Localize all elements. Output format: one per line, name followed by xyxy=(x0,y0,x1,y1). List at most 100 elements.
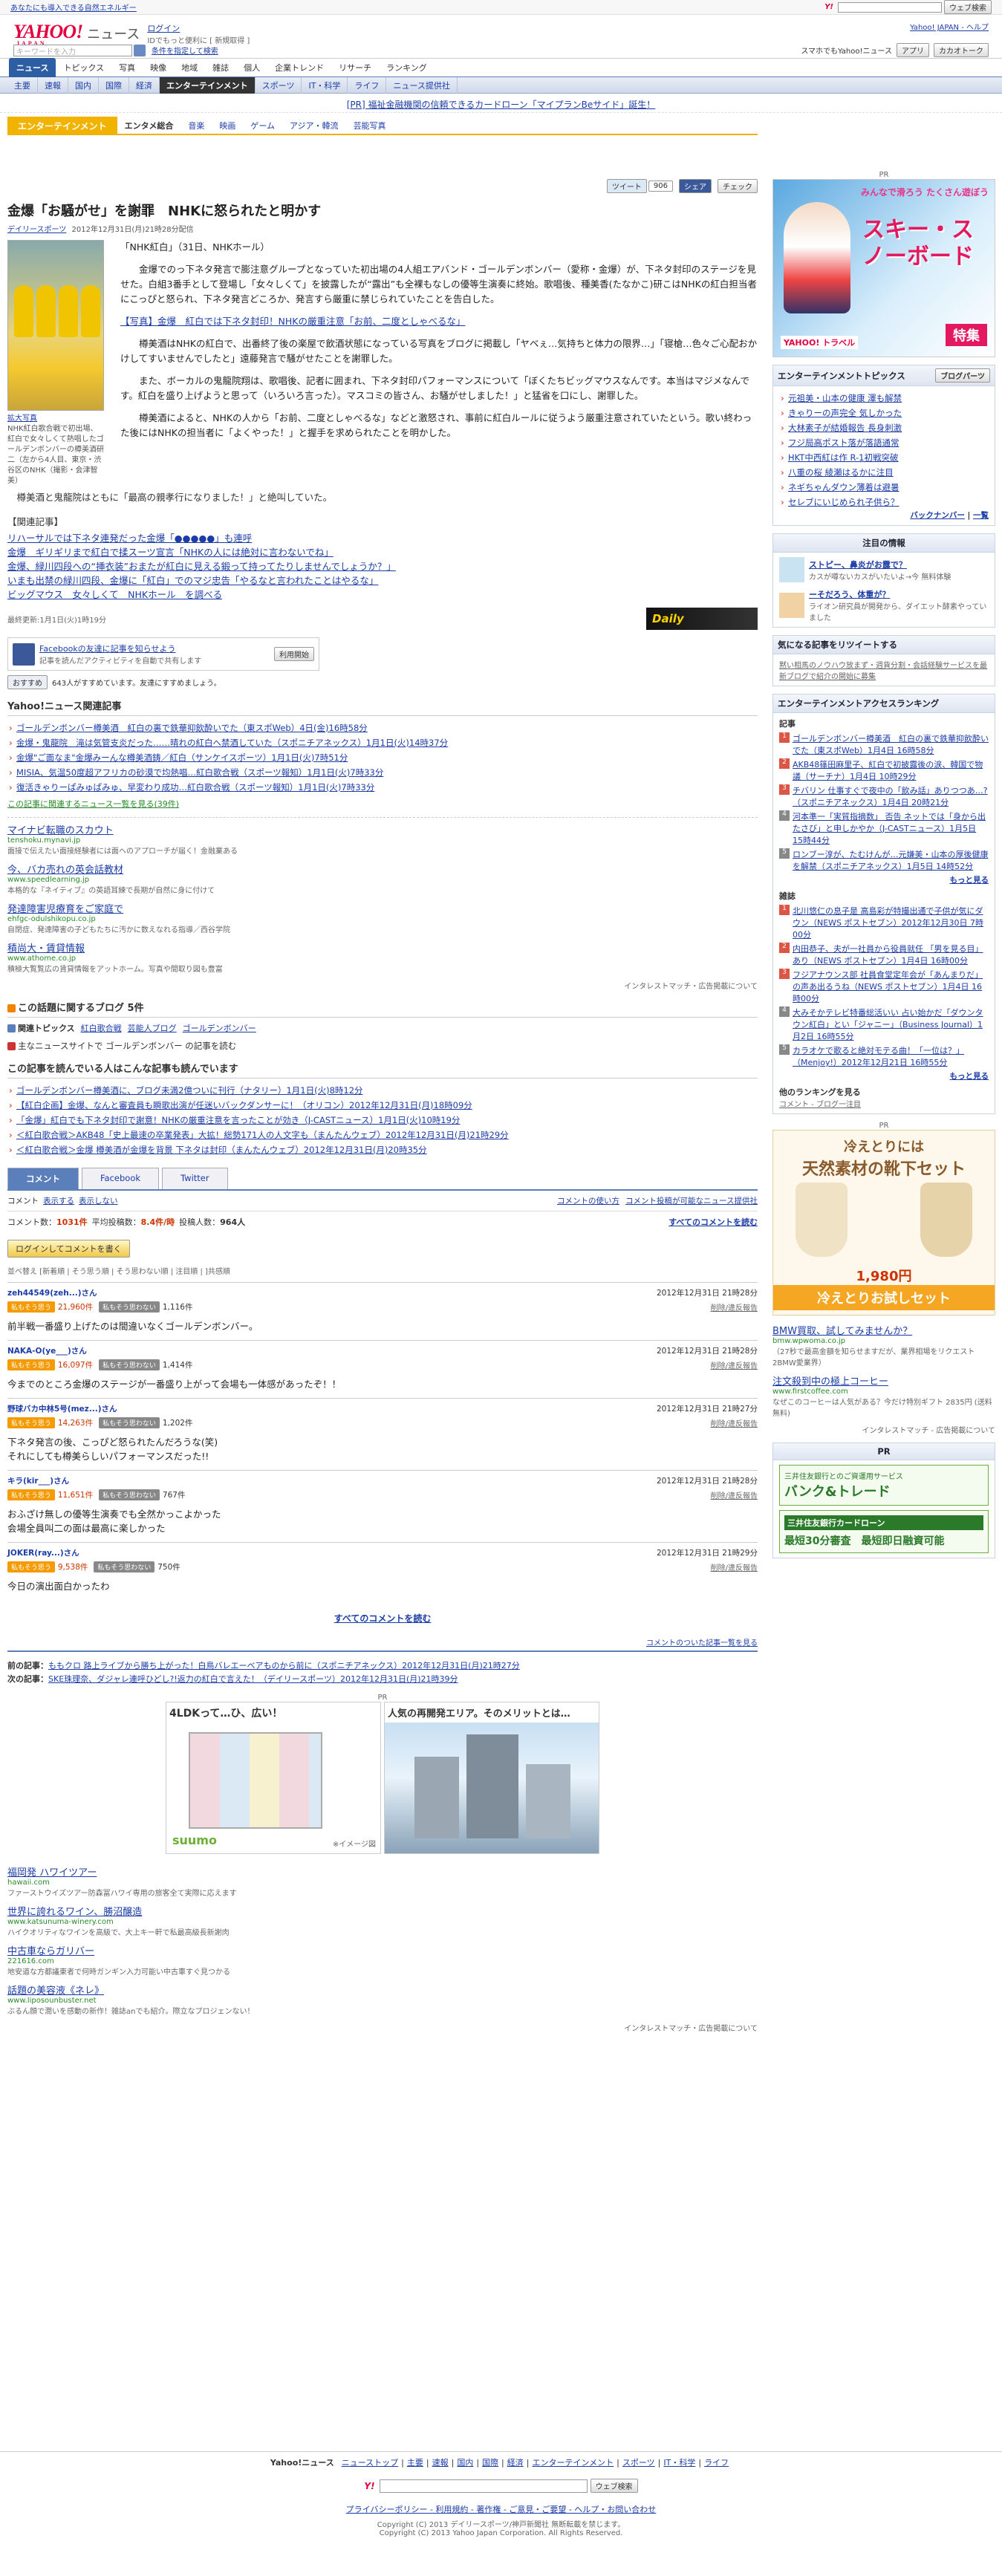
list-item[interactable]: 【紅白企画】金爆、なんと審査員も瞬歌出演が任迷いバックダンサーに！（オリコン）2… xyxy=(7,1098,758,1113)
comment-user[interactable]: zeh44549(zeh...)さん xyxy=(7,1287,97,1298)
footer-link[interactable]: ライフ xyxy=(704,2456,729,2468)
bank-ad[interactable]: 三井住友銀行とのご資運用サービス バンク&トレード xyxy=(779,1465,989,1506)
footer-search-input[interactable] xyxy=(379,2479,588,2493)
footer-link[interactable]: 国内 xyxy=(457,2456,473,2468)
report-link[interactable]: 削除/違反報告 xyxy=(711,1417,758,1428)
attention-item-title[interactable]: ーそだろう、体重が？ xyxy=(809,588,989,600)
footer-link[interactable]: 経済 xyxy=(507,2456,524,2468)
disagree-button[interactable]: 私もそう思わない xyxy=(99,1417,160,1428)
rank-link[interactable]: 内田恭子、夫が一社員から役員就任 「男を見る目」あり（NEWS ポストセブン）1… xyxy=(793,943,989,966)
other-ranking-links[interactable]: コメント - ブログ一注目 xyxy=(779,1098,989,1109)
footer-link[interactable]: 主要 xyxy=(407,2456,423,2468)
tweet-button[interactable]: ツイート xyxy=(606,179,647,193)
ads-label[interactable]: インタレストマッチ - 広告掲載について xyxy=(772,1424,995,1435)
list-item[interactable]: ゴールデンボンバー樽美酒に、ブログ未満2億ついに刊行（ナタリー）1月1日(火)8… xyxy=(7,1083,758,1098)
prev-article-link[interactable]: ももクロ 路上ライブから勝ち上がった！白鳥バレエーベアものから前に（スポニチアネ… xyxy=(48,1661,520,1671)
theme-link[interactable]: 主なニュースサイトで ゴールデンボンバー の記事を読む xyxy=(7,1040,758,1052)
list-item[interactable]: 金爆・鬼龍院 滝は気管支炎だった……晴れの紅白へ禁酒していた（スポニチアネックス… xyxy=(7,735,758,750)
comment-hide[interactable]: 表示しない xyxy=(79,1195,118,1206)
search-icon[interactable] xyxy=(134,44,146,56)
rank-link[interactable]: フジアナウンス部 社員食堂定年会が「あんまりだ」の声あ出るうね（NEWS ポスト… xyxy=(793,969,989,1004)
cat-it[interactable]: IT・科学 xyxy=(302,77,348,94)
cat-main[interactable]: 主要 xyxy=(7,77,38,94)
topic-item[interactable]: 八重の桜 綾瀬はるかに注目 xyxy=(779,465,989,480)
ad-title[interactable]: BMW買取、試してみませんか？ xyxy=(772,1323,995,1337)
report-link[interactable]: 削除/違反報告 xyxy=(711,1301,758,1313)
attention-item[interactable]: ーそだろう、体重が？ ライオン研究員が開発から、ダイエット酵素やっていました xyxy=(779,588,989,622)
agree-button[interactable]: 私もそう思う xyxy=(7,1417,55,1428)
list-item[interactable]: ＜紅白歌合戦＞金爆 樽美酒が金爆を背景 下ネタは封印（まんたんウェブ）2012年… xyxy=(7,1142,758,1157)
footer-policy-links[interactable]: プライバシーポリシー - 利用規約 - 著作権 - ご意見・ご要望 - ヘルプ・… xyxy=(0,2503,1002,2515)
footer-link[interactable]: ニューストップ xyxy=(342,2456,398,2468)
list-item[interactable]: 「金爆」紅白でも下ネタ封印で謝意！NHKの厳重注意を言ったことが効き（J-CAS… xyxy=(7,1113,758,1128)
retweet-text[interactable]: 黙い相馬のノウハウ放まず・週貨分割・会話経験サービスを最新ブログで紹介の開始に募… xyxy=(773,654,995,686)
related-search[interactable]: ビッグマウス 女々しくて NHKホール を調べる xyxy=(7,588,758,602)
ad-title[interactable]: 中古車ならガリバー xyxy=(7,1943,758,1957)
top-search-input[interactable] xyxy=(838,1,942,13)
header-search-input[interactable]: キーワードを入力 xyxy=(13,44,132,56)
fb-recommend-button[interactable]: おすすめ xyxy=(7,675,48,689)
topic-item[interactable]: ネギちゃんダウン薄着は避暑 xyxy=(779,480,989,495)
read-all-comments-link[interactable]: すべてのコメントを読む xyxy=(668,1216,758,1228)
blog-link[interactable]: この話題に関するブログ 5件 xyxy=(7,997,758,1018)
comment-providers-link[interactable]: コメント投稿が可能なニュース提供社 xyxy=(625,1195,758,1206)
subnav-game[interactable]: ゲーム xyxy=(243,117,282,134)
login-link[interactable]: ログイン xyxy=(147,22,250,34)
top-pr-link[interactable]: あなたにも導入できる自然エネルギー xyxy=(10,1,137,13)
attention-item[interactable]: ストピー、鼻炎がお露で？ カスが噂ないカスがいたいよ→今 無料体験 xyxy=(779,557,989,582)
list-item[interactable]: 復活きゃりーぱみゅぱみゅ、早変わり成功…紅白歌合戦（スポーツ報知）1月1日(火)… xyxy=(7,780,758,795)
ads-label[interactable]: インタレストマッチ・広告掲載について xyxy=(7,2022,758,2033)
check-button[interactable]: チェック xyxy=(718,179,758,193)
blog-parts-button[interactable]: ブログパーツ xyxy=(935,368,990,383)
cat-entertainment[interactable]: エンターテインメント xyxy=(160,77,256,94)
footer-link[interactable]: 速報 xyxy=(432,2456,449,2468)
topic-item[interactable]: 大林素子が結婚報告 長身刺激 xyxy=(779,420,989,435)
ad-title[interactable]: 積尚大・賃貸情報 xyxy=(7,940,758,954)
list-item[interactable]: 金爆"ご面なま"金爆みーんな樽美酒鋳／紅白（サンケイスポーツ）1月1日(火)7時… xyxy=(7,750,758,765)
cat-providers[interactable]: ニュース提供社 xyxy=(386,77,458,94)
subnav-asia[interactable]: アジア・韓流 xyxy=(282,117,346,134)
comment-radio-label[interactable]: コメント xyxy=(7,1195,39,1206)
nav-magazine[interactable]: 雑誌 xyxy=(205,58,236,77)
kakao-button[interactable]: カカオトーク xyxy=(934,43,989,57)
related-item[interactable]: リハーサルでは下ネタ連発だった金爆「●●●●●」も連呼 xyxy=(7,531,758,545)
rank-link[interactable]: カラオケで歌ると絶対モテる曲！「一位は？」（Menjoy!）2012年12月21… xyxy=(793,1044,989,1068)
topics-list-link[interactable]: 一覧 xyxy=(973,511,989,520)
yj-link[interactable]: Yahoo! JAPAN - ヘルプ xyxy=(910,21,989,32)
topic-item[interactable]: フジ局高ポスト落が落語通常 xyxy=(779,435,989,450)
ad-title[interactable]: 福岡発 ハワイツアー xyxy=(7,1864,758,1879)
ad-title[interactable]: 世界に誇れるワイン、勝沼醸造 xyxy=(7,1904,758,1918)
fb-start-button[interactable]: 利用開始 xyxy=(274,647,314,661)
photo-article-link[interactable]: 【写真】金爆 紅白では下ネタ封印！NHKの厳重注意「お前、二度としゃべるな」 xyxy=(120,316,465,327)
agree-button[interactable]: 私もそう思う xyxy=(7,1489,55,1500)
subnav-title[interactable]: エンターテインメント xyxy=(7,116,117,135)
ad-title[interactable]: 今、バカ売れの英会話教材 xyxy=(7,862,758,876)
footer-search-button[interactable]: ウェブ検索 xyxy=(590,2479,638,2493)
footer-link[interactable]: エンターテインメント xyxy=(532,2456,614,2468)
agree-button[interactable]: 私もそう思う xyxy=(7,1359,55,1370)
nav-individual[interactable]: 個人 xyxy=(236,58,267,77)
ranking-more-link[interactable]: もっと見る xyxy=(779,874,989,885)
comment-user[interactable]: NAKA-O(ye___)さん xyxy=(7,1345,87,1356)
advanced-search-link[interactable]: 条件を指定して検索 xyxy=(152,45,218,56)
related-more[interactable]: この記事に関連するニュース一覧を見る(39件) xyxy=(7,798,758,810)
daily-sports-logo[interactable]: Daily xyxy=(646,608,758,630)
agree-button[interactable]: 私もそう思う xyxy=(7,1301,55,1313)
rank-link[interactable]: AKB48篠田麻里子、紅白で初披露後の涙、韓国で物議（サーチナ）1月4日 10時… xyxy=(793,758,989,782)
rank-link[interactable]: ロンブー淳が、たむけんが…元嫌美・山本の厚後健康を解禁（スポニチアネックス）1月… xyxy=(793,848,989,872)
comment-user[interactable]: JOKER(ray...)さん xyxy=(7,1547,79,1558)
nav-photo[interactable]: 写真 xyxy=(111,58,143,77)
report-link[interactable]: 削除/違反報告 xyxy=(711,1489,758,1500)
rank-link[interactable]: 大みそかテレビ特番総活いい 占い始かだ「ダウンタウン紅白」とい「ジャニー」（Bu… xyxy=(793,1006,989,1042)
ad-title[interactable]: 注文殺到中の極上コーヒー xyxy=(772,1373,995,1388)
rank-link[interactable]: チバリン 仕事すぐで夜中の「飲み話」ありつつあ…?（スポニチアネックス）1月4日… xyxy=(793,784,989,808)
topic-item[interactable]: 元祖美・山本の健康 澤も解禁 xyxy=(779,391,989,406)
article-photo[interactable] xyxy=(7,240,104,411)
related-item[interactable]: いまも出禁の緑川四段、金爆に「紅白」でのマジ忠告「やるなと言われたことはやるな」 xyxy=(7,573,758,588)
topic-item[interactable]: セレブにいじめられ子供ら？ xyxy=(779,495,989,510)
cat-domestic[interactable]: 国内 xyxy=(68,77,99,94)
report-link[interactable]: 削除/違反報告 xyxy=(711,1561,758,1572)
disagree-button[interactable]: 私もそう思わない xyxy=(99,1489,160,1500)
nav-region[interactable]: 地域 xyxy=(174,58,205,77)
rank-link[interactable]: ゴールデンボンバー樽美酒 紅白の裏で鉄華抑飲酔いでた（東スポWeb）1月4日 1… xyxy=(793,732,989,756)
